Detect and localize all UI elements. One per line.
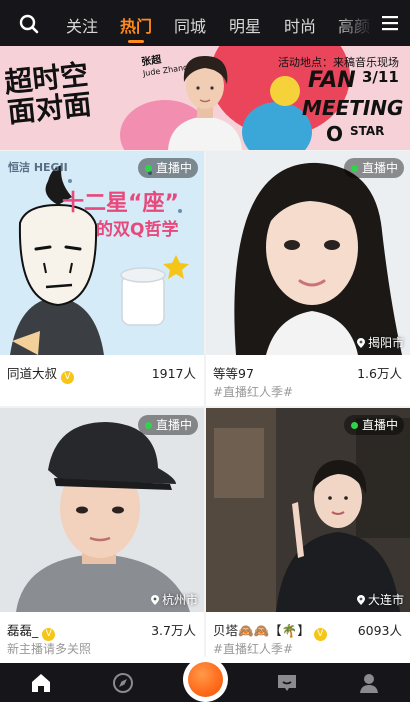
tab-same-city[interactable]: 同城: [174, 13, 206, 37]
home-icon[interactable]: [30, 672, 52, 694]
live-status-badge: 直播中: [343, 415, 404, 435]
ad-brand-logo: 恒洁 HEGII: [8, 161, 68, 174]
promo-banner[interactable]: 超时空 面对面 张超 Jude Zhang 活动地点：来稿音乐现场 FAN 3/…: [0, 46, 410, 150]
stream-description: 新主播请多关照: [7, 642, 92, 656]
banner-meeting-text: MEETING: [302, 96, 404, 120]
streamer-photo: [0, 408, 204, 612]
tab-stars[interactable]: 明星: [229, 13, 261, 37]
top-nav-bar: 关注 热门 同城 明星 时尚 高颜: [0, 0, 410, 46]
active-tab-indicator: [128, 40, 144, 43]
live-card[interactable]: 直播中 大连市 贝塔🙈🙈【🌴】 V 6093人 #直播红人季#: [206, 408, 410, 663]
location-label: 揭阳市: [356, 334, 404, 351]
live-status-badge: 直播中: [137, 158, 198, 178]
verified-badge-icon: V: [61, 371, 75, 384]
message-icon[interactable]: [276, 672, 298, 694]
banner-date: 3/11: [362, 68, 399, 86]
location-label: 大连市: [356, 591, 404, 608]
live-thumbnail: 直播中 揭阳市: [206, 151, 410, 355]
live-card[interactable]: 直播中 杭州市 磊磊_ V 3.7万人 新主播请多关照: [0, 408, 204, 663]
banner-decoration: [270, 76, 300, 106]
ad-headline-1: 十二星“座”: [62, 191, 179, 216]
tab-fashion[interactable]: 时尚: [284, 13, 316, 37]
viewer-count: 1.6万人: [357, 366, 402, 381]
streamer-name: 磊磊_ V: [7, 620, 56, 641]
location-pin-icon: [356, 338, 365, 348]
viewer-count: 3.7万人: [151, 623, 196, 638]
streamer-name: 同道大叔 V: [7, 363, 75, 384]
tabs-fade: [334, 0, 374, 46]
viewer-count: 1917人: [151, 366, 196, 381]
stream-hashtag[interactable]: #直播红人季#: [213, 640, 293, 657]
streamer-photo: [206, 151, 410, 355]
location-label: 杭州市: [150, 591, 198, 608]
location-pin-icon: [150, 595, 159, 605]
banner-title: 超时空 面对面: [2, 57, 94, 130]
banner-fan-text: FAN: [308, 68, 356, 93]
menu-icon[interactable]: [382, 15, 398, 31]
streamer-name: 贝塔🙈🙈【🌴】 V: [213, 620, 327, 641]
location-pin-icon: [356, 595, 365, 605]
live-thumbnail: 直播中 杭州市: [0, 408, 204, 612]
viewer-count: 6093人: [357, 623, 402, 638]
search-icon[interactable]: [19, 14, 39, 34]
stream-hashtag[interactable]: #直播红人季#: [213, 383, 293, 400]
live-thumbnail: 恒洁 HEGII 十二星“座” 的双Q哲学 直播中: [0, 151, 204, 355]
ad-headline-2: 的双Q哲学: [96, 220, 179, 240]
banner-brand: STAR: [350, 124, 385, 138]
live-thumbnail: 直播中 大连市: [206, 408, 410, 612]
live-card[interactable]: 直播中 揭阳市 等等97 1.6万人 #直播红人季#: [206, 151, 410, 406]
streamer-photo: [206, 408, 410, 612]
live-status-badge: 直播中: [137, 415, 198, 435]
profile-icon[interactable]: [358, 672, 380, 694]
streamer-name: 等等97: [213, 366, 254, 381]
tab-following[interactable]: 关注: [66, 13, 98, 37]
star-portrait-image: [168, 56, 242, 150]
cartoon-ad-image: [10, 165, 189, 355]
verified-badge-icon: V: [313, 628, 327, 641]
live-card[interactable]: 恒洁 HEGII 十二星“座” 的双Q哲学 直播中 同道大叔 V 1917人: [0, 151, 204, 406]
record-button[interactable]: [183, 657, 228, 702]
tab-hot[interactable]: 热门: [120, 13, 152, 37]
brand-logo-icon: O: [326, 122, 344, 146]
compass-icon[interactable]: [112, 672, 134, 694]
live-status-badge: 直播中: [343, 158, 404, 178]
